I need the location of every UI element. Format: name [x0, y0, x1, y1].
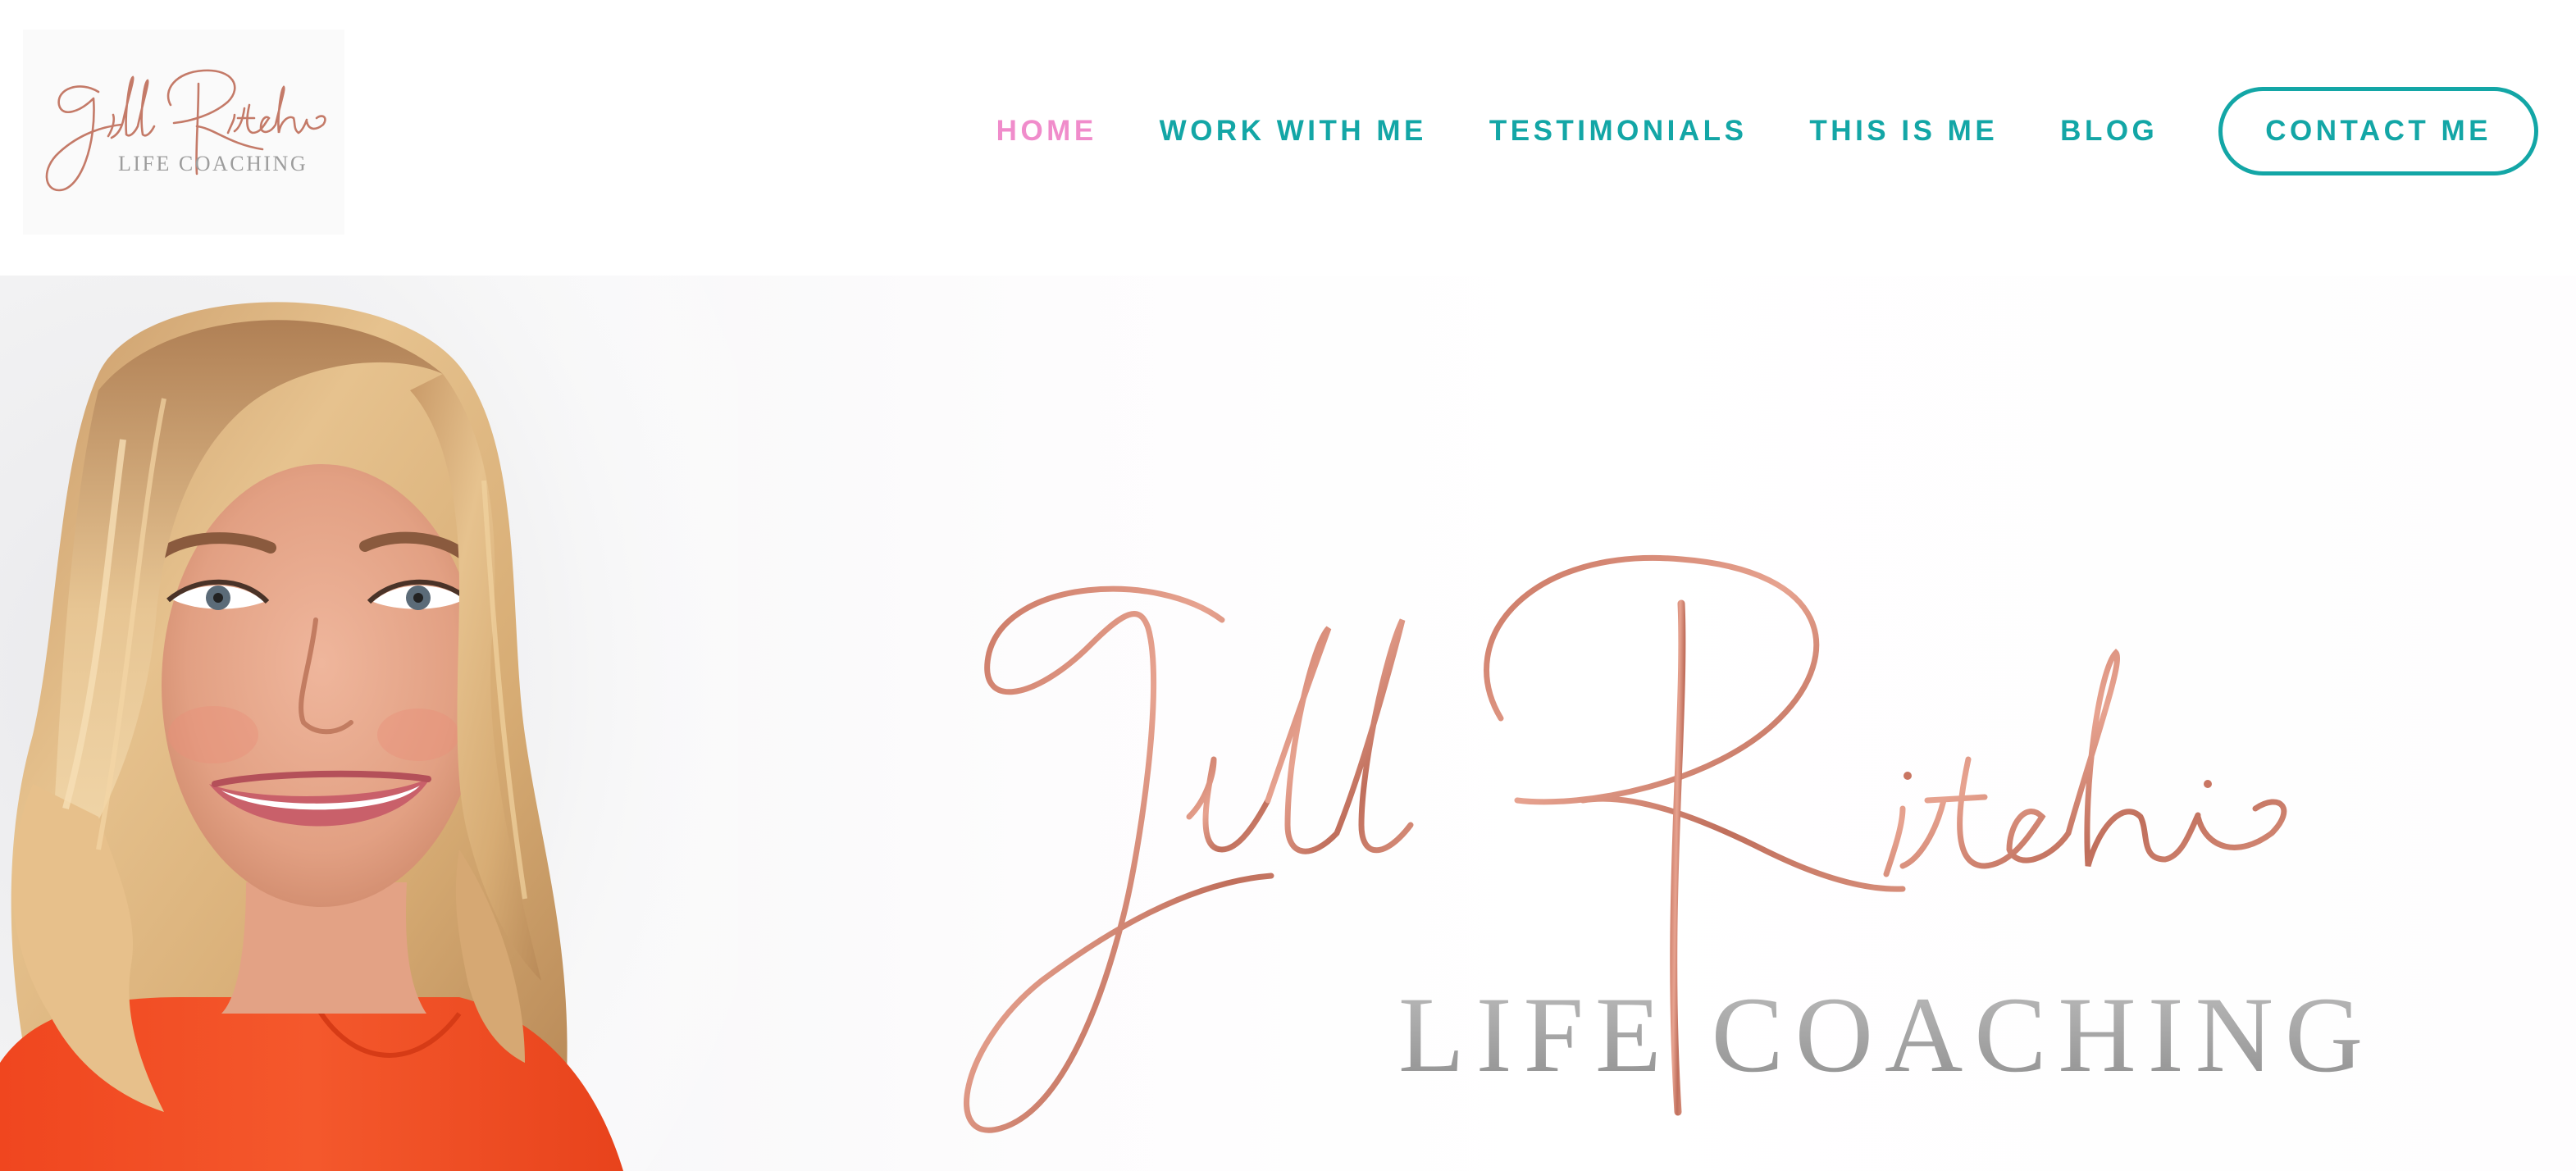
nav-item-work-with-me[interactable]: WORK WITH ME — [1160, 115, 1427, 148]
portrait-photo — [0, 276, 738, 1171]
main-navigation: HOME WORK WITH ME TESTIMONIALS THIS IS M… — [996, 86, 2538, 176]
nav-item-testimonials[interactable]: TESTIMONIALS — [1489, 115, 1748, 148]
page: LIFE COACHING HOME WORK WITH ME TESTIMON… — [0, 0, 2576, 1171]
site-header: LIFE COACHING HOME WORK WITH ME TESTIMON… — [0, 0, 2576, 276]
hero-logo-subtext: LIFE COACHING — [1398, 974, 2374, 1095]
nav-item-this-is-me[interactable]: THIS IS ME — [1809, 115, 1998, 148]
contact-me-button[interactable]: CONTACT ME — [2218, 87, 2538, 175]
hero-banner: LIFE COACHING — [0, 276, 2576, 1171]
woman-portrait-icon — [0, 276, 738, 1171]
nav-item-blog[interactable]: BLOG — [2060, 115, 2158, 148]
header-logo-link[interactable]: LIFE COACHING — [23, 30, 344, 235]
jill-ritchie-logo-icon: LIFE COACHING — [45, 69, 326, 192]
hero-logo: LIFE COACHING — [943, 554, 2460, 1171]
jill-ritchie-hero-logo-icon: LIFE COACHING — [964, 555, 2374, 1133]
header-logo-subtext: LIFE COACHING — [118, 152, 308, 175]
nav-item-home[interactable]: HOME — [996, 115, 1097, 148]
